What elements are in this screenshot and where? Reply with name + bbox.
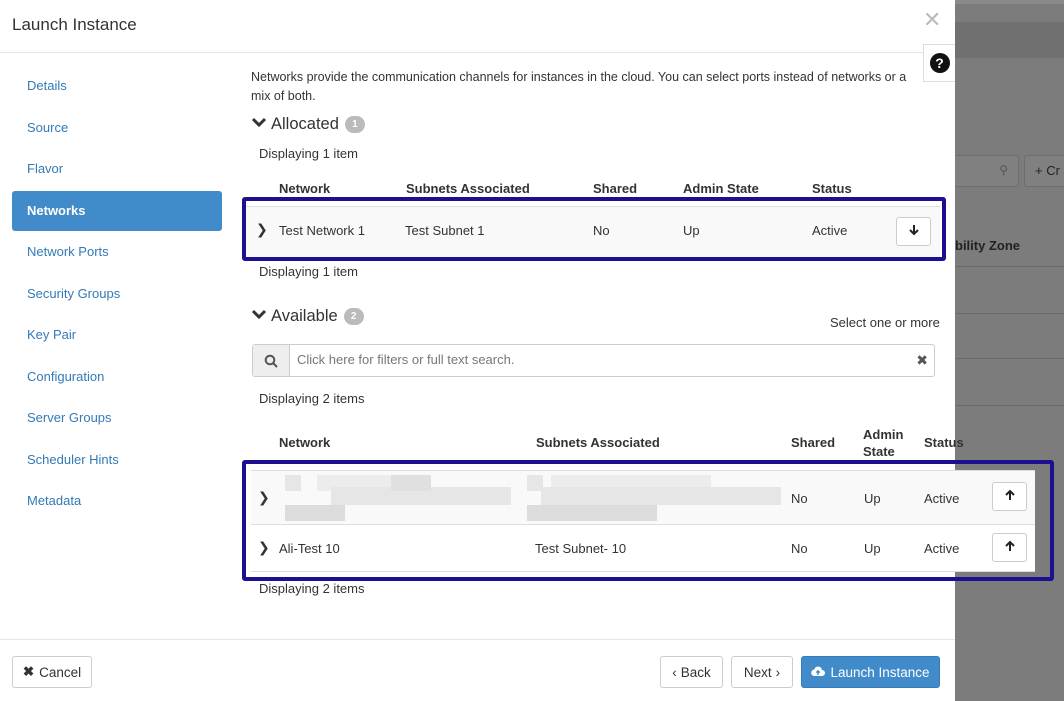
table-row[interactable]: ❯ Test Network 1 Test Subnet 1 No Up Act… [246, 206, 940, 257]
subnet-name: Test Subnet- 10 [535, 541, 627, 556]
status-value: Active [812, 223, 848, 238]
allocate-button[interactable] [992, 533, 1027, 562]
close-icon: ✖ [22, 664, 35, 679]
shared-value: No [791, 541, 808, 556]
table-row[interactable]: ❯ No Up Active [251, 470, 1035, 524]
background-header-band [955, 22, 1064, 58]
close-icon[interactable]: ✕ [923, 8, 941, 32]
allocated-count-badge: 1 [344, 116, 365, 133]
background-topbar [955, 0, 1064, 4]
nav-item-scheduler-hints[interactable]: Scheduler Hints [12, 440, 222, 480]
background-create-button: + Cr [1024, 155, 1064, 187]
available-count-bottom: Displaying 2 items [259, 581, 365, 596]
shared-value: No [791, 491, 808, 506]
nav-item-key-pair[interactable]: Key Pair [12, 315, 222, 355]
help-button[interactable]: ? [923, 44, 955, 82]
clear-search-icon[interactable]: ✖ [916, 352, 928, 369]
available-header-subnets: Subnets Associated [536, 435, 660, 450]
nav-item-networks[interactable]: Networks [12, 190, 222, 231]
available-header-status: Status [924, 435, 964, 450]
state-label: State [863, 444, 895, 459]
background-page: ⚲ + Cr bility Zone [955, 0, 1064, 701]
arrow-up-icon [1004, 540, 1015, 555]
back-label: Back [680, 664, 711, 680]
background-divider [955, 266, 1064, 267]
subnet-name: Test Subnet 1 [405, 223, 485, 238]
available-count-top: Displaying 2 items [259, 391, 365, 406]
allocate-button[interactable] [992, 482, 1027, 511]
background-divider [955, 405, 1064, 406]
nav-item-source[interactable]: Source [12, 108, 222, 148]
cloud-upload-icon [811, 665, 826, 680]
nav-item-configuration[interactable]: Configuration [12, 357, 222, 397]
admin-state-value: Up [864, 541, 881, 556]
nav-item-flavor[interactable]: Flavor [12, 149, 222, 189]
allocated-count-top: Displaying 1 item [259, 146, 358, 161]
chevron-down-icon [251, 115, 267, 134]
available-header-shared: Shared [791, 435, 836, 450]
deallocate-button[interactable] [896, 217, 931, 246]
background-search-box: ⚲ [955, 155, 1019, 187]
back-button[interactable]: ‹ Back [660, 656, 723, 688]
nav-item-details[interactable]: Details [12, 66, 222, 106]
allocated-section-toggle[interactable]: Allocated 1 [251, 115, 365, 134]
admin-label: Admin [863, 427, 904, 442]
nav-item-metadata[interactable]: Metadata [12, 481, 222, 521]
network-name: Test Network 1 [279, 223, 365, 238]
background-column-header: bility Zone [955, 238, 1020, 253]
help-icon: ? [929, 53, 950, 73]
wizard-nav: Details Source Flavor Networks Network P… [12, 66, 222, 523]
next-label: Next [743, 664, 772, 680]
modal-title: Launch Instance [12, 15, 137, 34]
shared-value: No [593, 223, 610, 238]
chevron-down-icon [251, 307, 267, 326]
allocated-title: Allocated [271, 115, 339, 133]
modal-header: Launch Instance ✕ [0, 0, 955, 53]
chevron-right-icon: › [775, 664, 781, 680]
search-input[interactable] [295, 351, 895, 368]
background-divider [955, 313, 1064, 314]
next-button[interactable]: Next › [731, 656, 793, 688]
launch-instance-modal: Launch Instance ✕ ? Details Source Flavo… [0, 0, 1035, 701]
chevron-right-icon[interactable]: ❯ [258, 539, 270, 556]
search-icon [253, 345, 290, 376]
status-value: Active [924, 541, 960, 556]
allocated-header-admin-state: Admin State [683, 181, 759, 196]
background-divider [955, 358, 1064, 359]
available-count-badge: 2 [343, 308, 364, 325]
cancel-button[interactable]: ✖ Cancel [12, 656, 92, 688]
available-header-network: Network [279, 435, 331, 450]
nav-item-security-groups[interactable]: Security Groups [12, 274, 222, 314]
table-row[interactable]: ❯ Ali-Test 10 Test Subnet- 10 No Up Acti… [251, 524, 1035, 572]
chevron-left-icon: ‹ [672, 664, 677, 680]
launch-instance-button[interactable]: Launch Instance [801, 656, 940, 688]
select-hint: Select one or more [830, 315, 940, 330]
nav-item-server-groups[interactable]: Server Groups [12, 398, 222, 438]
admin-state-value: Up [864, 491, 881, 506]
network-name: Ali-Test 10 [279, 541, 340, 556]
launch-label: Launch Instance [830, 664, 930, 680]
allocated-header-status: Status [812, 181, 852, 196]
allocated-header-subnets: Subnets Associated [406, 181, 530, 196]
status-value: Active [924, 491, 960, 506]
filter-search-bar: ✖ [252, 344, 935, 377]
background-search-icon: ⚲ [999, 163, 1008, 177]
chevron-right-icon[interactable]: ❯ [258, 489, 270, 506]
nav-item-network-ports[interactable]: Network Ports [12, 232, 222, 272]
allocated-header-shared: Shared [593, 181, 638, 196]
allocated-header-network: Network [279, 181, 331, 196]
admin-state-value: Up [683, 223, 700, 238]
intro-text: Networks provide the communication chann… [251, 70, 907, 103]
chevron-right-icon[interactable]: ❯ [256, 221, 268, 238]
cancel-label: Cancel [39, 664, 82, 680]
available-title: Available [271, 307, 338, 325]
arrow-down-icon [908, 224, 919, 239]
arrow-up-icon [1004, 489, 1015, 504]
modal-footer: ✖ Cancel ‹ Back Next › Launch Instance [0, 639, 955, 701]
allocated-count-bottom: Displaying 1 item [259, 264, 358, 279]
available-section-toggle[interactable]: Available 2 [251, 307, 364, 326]
available-header-admin-state: Admin State [863, 426, 903, 460]
